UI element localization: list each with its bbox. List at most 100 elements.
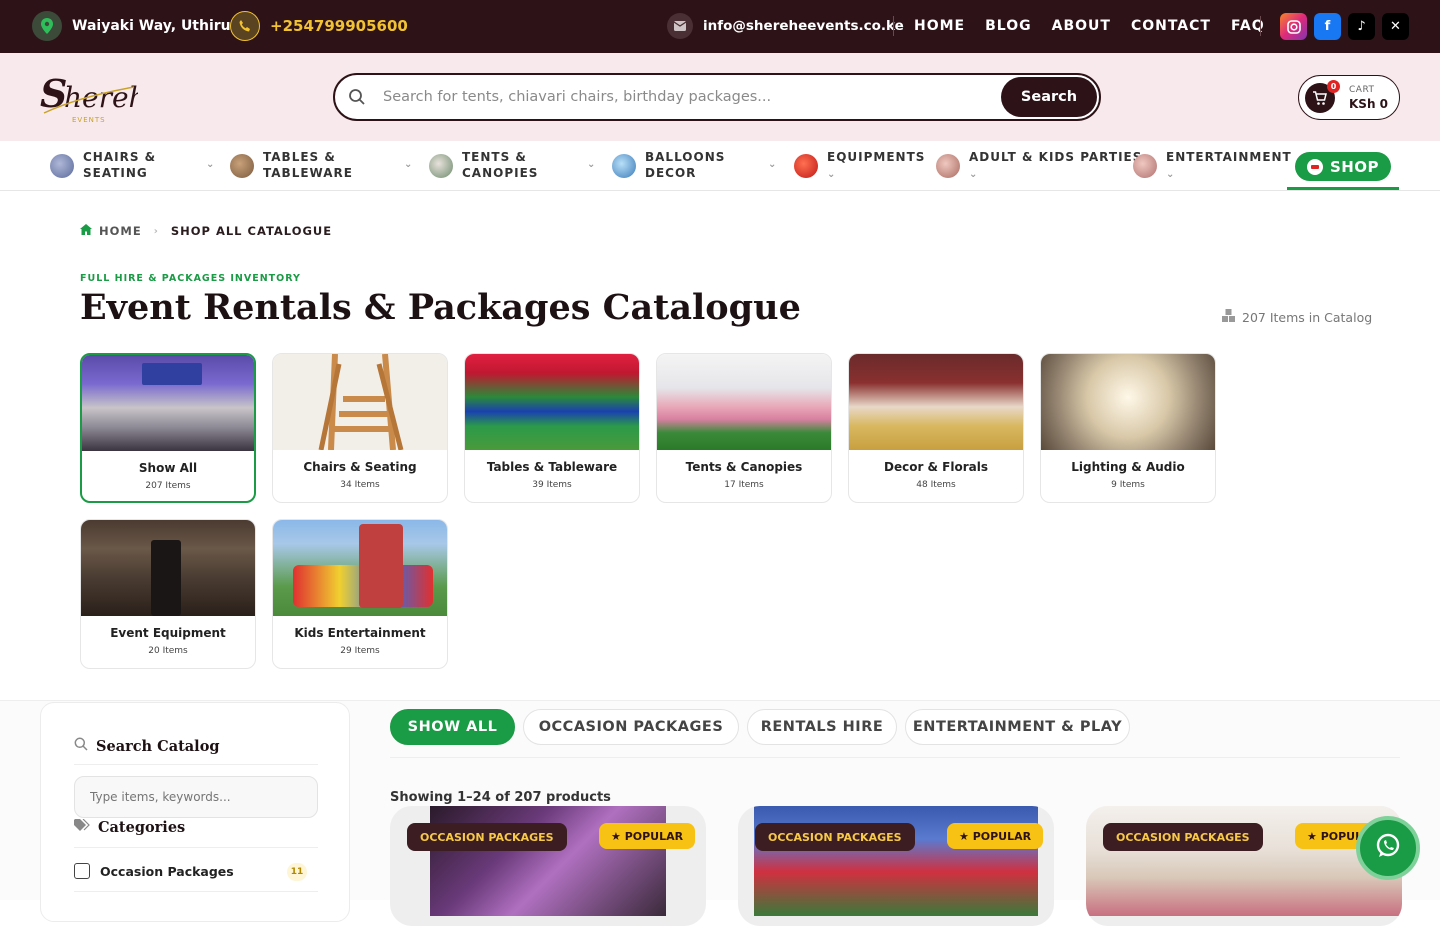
shop-label: SHOP — [1329, 157, 1380, 176]
catnav-tables-tableware[interactable]: TABLES & TABLEWARE ⌄ — [230, 149, 412, 181]
category-name: Tables & Tableware — [486, 460, 618, 474]
filter-tab-show-all[interactable]: SHOW ALL — [390, 709, 515, 745]
category-count: 9 Items — [1111, 480, 1145, 490]
nav-about[interactable]: ABOUT — [1052, 18, 1111, 34]
nav-contact[interactable]: CONTACT — [1131, 18, 1211, 34]
category-card-tents[interactable]: Tents & Canopies 17 Items — [656, 353, 832, 503]
category-name: Show All — [138, 461, 198, 475]
popular-badge: ★ POPULAR — [599, 823, 696, 849]
location-info: Waiyaki Way, Uthiru — [32, 11, 231, 41]
svg-text:EVENTS: EVENTS — [72, 116, 106, 124]
nav-home[interactable]: HOME — [914, 18, 965, 34]
boxes-icon — [1222, 309, 1236, 325]
category-card-tables[interactable]: Tables & Tableware 39 Items — [464, 353, 640, 503]
catnav-entertainment[interactable]: ENTERTAINMENT ⌄ — [1133, 149, 1292, 183]
phone-link[interactable]: +254799905600 — [230, 11, 408, 41]
chairs-thumbnail — [50, 154, 74, 178]
catnav-label: EQUIPMENTS — [827, 150, 926, 164]
category-card-chairs[interactable]: Chairs & Seating 34 Items — [272, 353, 448, 503]
category-image — [849, 354, 1023, 450]
category-count: 207 Items — [145, 481, 191, 491]
catnav-label: CHAIRS & — [83, 150, 157, 164]
product-card[interactable]: OCCASION PACKAGES ★ POPULAR — [738, 806, 1054, 926]
divider — [1260, 16, 1261, 36]
filter-tab-occasion-packages[interactable]: OCCASION PACKAGES — [523, 709, 739, 745]
category-card-decor[interactable]: Decor & Florals 48 Items — [848, 353, 1024, 503]
catalog-count: 207 Items in Catalog — [1222, 309, 1372, 325]
whatsapp-button[interactable] — [1356, 816, 1420, 880]
category-card-equipment[interactable]: Event Equipment 20 Items — [80, 519, 256, 669]
chevron-down-icon: ⌄ — [827, 169, 837, 180]
chevron-down-icon: ⌄ — [768, 159, 778, 170]
divider — [893, 16, 894, 36]
catnav-label: TABLES & — [263, 150, 336, 164]
breadcrumb-home[interactable]: HOME — [99, 224, 142, 238]
category-name: Chairs & Seating — [303, 460, 417, 474]
catnav-balloons-decor[interactable]: BALLOONS DECOR ⌄ — [612, 149, 776, 181]
instagram-icon[interactable] — [1280, 13, 1307, 40]
category-card-lighting[interactable]: Lighting & Audio 9 Items — [1040, 353, 1216, 503]
search-button[interactable]: Search — [1001, 77, 1097, 117]
nav-blog[interactable]: BLOG — [985, 18, 1032, 34]
chevron-down-icon: ⌄ — [404, 159, 414, 170]
logo[interactable]: S herehe EVENTS — [38, 67, 163, 125]
product-card[interactable]: OCCASION PACKAGES ★ POPULA — [1086, 806, 1402, 926]
top-nav: HOME BLOG ABOUT CONTACT FAQ — [914, 18, 1265, 34]
product-card[interactable]: OCCASION PACKAGES ★ POPULAR — [390, 806, 706, 926]
location-text: Waiyaki Way, Uthiru — [72, 18, 231, 34]
popular-badge: ★ POPULAR — [947, 823, 1044, 849]
search-icon — [348, 88, 366, 110]
category-count: 17 Items — [724, 480, 764, 490]
catalog-search-input[interactable] — [74, 776, 318, 818]
catnav-label: ENTERTAINMENT — [1166, 150, 1292, 164]
category-count: 34 Items — [340, 480, 380, 490]
product-category-tag: OCCASION PACKAGES — [407, 823, 567, 851]
breadcrumb-current: SHOP ALL CATALOGUE — [170, 224, 333, 238]
category-count: 39 Items — [532, 480, 572, 490]
search-input[interactable] — [383, 86, 983, 108]
chevron-right-icon: › — [153, 225, 159, 237]
catnav-label: ADULT & KIDS PARTIES — [969, 150, 1143, 164]
tiktok-icon[interactable]: ♪ — [1348, 13, 1375, 40]
category-checkbox-occasion-packages[interactable]: Occasion Packages — [74, 863, 234, 879]
category-name: Decor & Florals — [883, 460, 989, 474]
phone-text: +254799905600 — [270, 17, 408, 35]
catnav-label: CANOPIES — [462, 166, 539, 180]
map-pin-icon — [32, 11, 62, 41]
facebook-icon[interactable]: f — [1314, 13, 1341, 40]
catnav-label: SEATING — [83, 166, 148, 180]
category-name: Event Equipment — [110, 626, 226, 640]
filter-tab-entertainment-play[interactable]: ENTERTAINMENT & PLAY — [905, 709, 1130, 745]
catnav-chairs-seating[interactable]: CHAIRS & SEATING ⌄ — [50, 149, 214, 181]
divider — [74, 891, 318, 892]
email-text: info@shereheevents.co.ke — [703, 18, 904, 34]
balloons-thumbnail — [612, 154, 636, 178]
search-bar: Search — [333, 73, 1101, 121]
cart-button[interactable]: 0 CART KSh 0 — [1298, 75, 1400, 120]
breadcrumb: HOME › SHOP ALL CATALOGUE — [80, 224, 332, 238]
catnav-adult-kids-parties[interactable]: ADULT & KIDS PARTIES ⌄ — [936, 149, 1142, 183]
catnav-equipments[interactable]: EQUIPMENTS ⌄ — [794, 149, 925, 183]
chevron-down-icon: ⌄ — [587, 159, 597, 170]
checkbox[interactable] — [74, 863, 90, 879]
category-card-kids[interactable]: Kids Entertainment 29 Items — [272, 519, 448, 669]
page-eyebrow: FULL HIRE & PACKAGES INVENTORY — [80, 273, 301, 284]
category-image — [273, 520, 447, 616]
filter-tab-rentals-hire[interactable]: RENTALS HIRE — [747, 709, 897, 745]
x-icon[interactable]: ✕ — [1382, 13, 1409, 40]
shop-bag-icon — [1306, 158, 1323, 175]
chevron-down-icon: ⌄ — [206, 159, 216, 170]
search-catalog-heading: Search Catalog — [74, 737, 220, 755]
shop-button[interactable]: SHOP — [1295, 152, 1391, 181]
home-icon — [80, 224, 92, 238]
search-icon — [74, 737, 88, 755]
category-image — [1041, 354, 1215, 450]
catnav-tents-canopies[interactable]: TENTS & CANOPIES ⌄ — [429, 149, 595, 181]
email-link[interactable]: info@shereheevents.co.ke — [667, 13, 904, 39]
catalog-count-text: 207 Items in Catalog — [1242, 309, 1373, 325]
categories-heading: Categories — [74, 818, 185, 836]
category-card-show-all[interactable]: Show All 207 Items — [80, 353, 256, 503]
search-catalog-label: Search Catalog — [96, 737, 220, 755]
chevron-down-icon: ⌄ — [969, 169, 979, 180]
parties-thumbnail — [936, 154, 960, 178]
